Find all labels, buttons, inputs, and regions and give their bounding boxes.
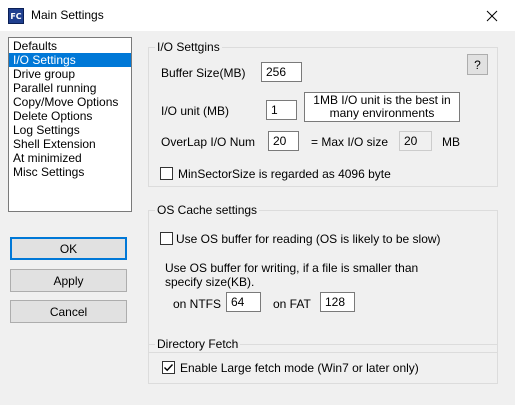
window-title: Main Settings	[31, 8, 104, 22]
list-item-defaults[interactable]: Defaults	[9, 39, 131, 53]
list-item-shell-extension[interactable]: Shell Extension	[9, 137, 131, 151]
list-item-parallel-running[interactable]: Parallel running	[9, 81, 131, 95]
minsector-label: MinSectorSize is regarded as 4096 byte	[178, 167, 391, 181]
buffer-size-field[interactable]: 256	[261, 62, 302, 82]
buffer-size-label: Buffer Size(MB)	[161, 66, 246, 80]
large-fetch-checkbox[interactable]	[162, 361, 175, 374]
ntfs-size-field[interactable]: 64	[226, 292, 261, 312]
ntfs-label: on NTFS	[173, 297, 222, 311]
app-icon: FC	[8, 8, 24, 24]
list-item-io-settings[interactable]: I/O Settings	[9, 53, 131, 67]
ok-button[interactable]: OK	[10, 237, 127, 260]
write-buffer-text-line1: Use OS buffer for writing, if a file is …	[165, 261, 419, 275]
fat-size-field[interactable]: 128	[320, 292, 355, 312]
list-item-log-settings[interactable]: Log Settings	[9, 123, 131, 137]
list-item-at-minimized[interactable]: At minimized	[9, 151, 131, 165]
directory-fetch-group-title: Directory Fetch	[155, 337, 241, 351]
io-unit-note-line2: many environments	[329, 106, 435, 120]
write-buffer-text-line2: specify size(KB).	[165, 275, 255, 289]
help-button[interactable]: ?	[467, 54, 488, 75]
list-item-copy-move-options[interactable]: Copy/Move Options	[9, 95, 131, 109]
minsector-checkbox[interactable]	[160, 167, 173, 180]
max-io-field: 20	[399, 131, 432, 151]
io-settings-group-title: I/O Settgins	[155, 40, 222, 54]
read-buffer-checkbox[interactable]	[160, 232, 173, 245]
list-item-drive-group[interactable]: Drive group	[9, 67, 131, 81]
checkmark-icon	[164, 364, 174, 372]
io-unit-note: 1MB I/O unit is the best in many environ…	[304, 92, 460, 122]
dialog-body: Defaults I/O Settings Drive group Parall…	[0, 31, 515, 405]
os-cache-group-title: OS Cache settings	[155, 203, 260, 217]
fat-label: on FAT	[273, 297, 311, 311]
list-item-delete-options[interactable]: Delete Options	[9, 109, 131, 123]
overlap-label: OverLap I/O Num	[161, 135, 256, 149]
io-unit-field[interactable]: 1	[266, 100, 297, 120]
max-io-label: = Max I/O size	[311, 135, 389, 149]
title-bar: FC Main Settings	[0, 0, 515, 31]
cancel-button[interactable]: Cancel	[10, 300, 127, 323]
list-item-misc-settings[interactable]: Misc Settings	[9, 165, 131, 179]
max-io-unit: MB	[442, 135, 460, 149]
apply-button[interactable]: Apply	[10, 269, 127, 292]
overlap-field[interactable]: 20	[268, 131, 299, 151]
large-fetch-label: Enable Large fetch mode (Win7 or later o…	[180, 361, 419, 375]
read-buffer-label: Use OS buffer for reading (OS is likely …	[176, 232, 441, 246]
io-unit-label: I/O unit (MB)	[161, 104, 230, 118]
settings-category-list[interactable]: Defaults I/O Settings Drive group Parall…	[8, 37, 132, 212]
close-icon	[486, 10, 498, 21]
close-button[interactable]	[469, 0, 515, 31]
